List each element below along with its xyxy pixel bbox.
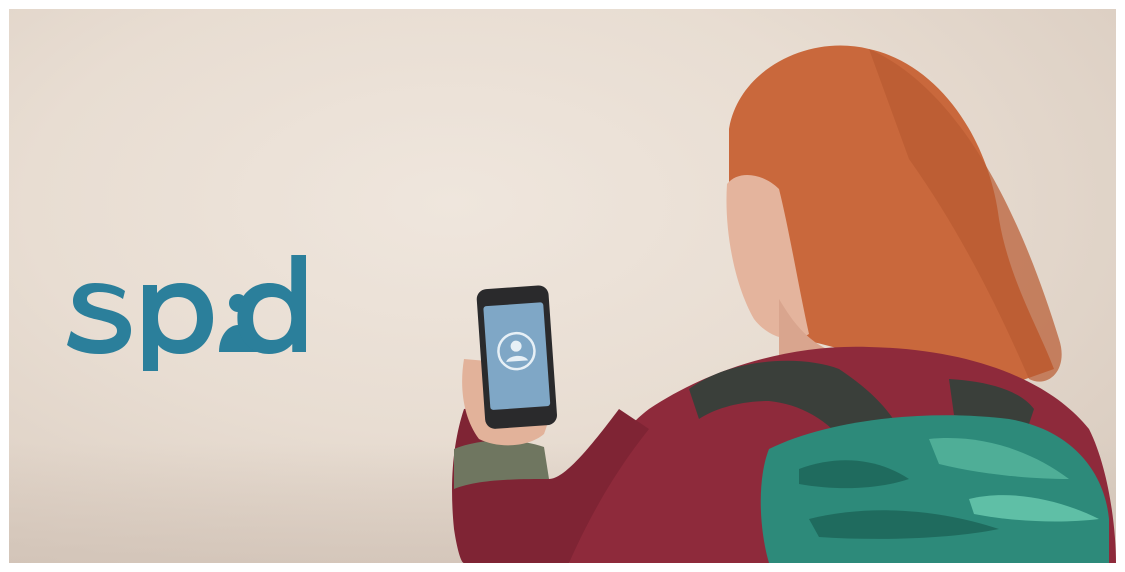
spd-logo: [67, 255, 306, 371]
phone: [476, 285, 557, 429]
logo-letter-d: [237, 255, 306, 354]
backpack: [760, 415, 1109, 563]
logo-letter-p: [143, 283, 213, 371]
logo-letter-s: [67, 283, 131, 354]
video-frame: spd: [9, 9, 1116, 563]
